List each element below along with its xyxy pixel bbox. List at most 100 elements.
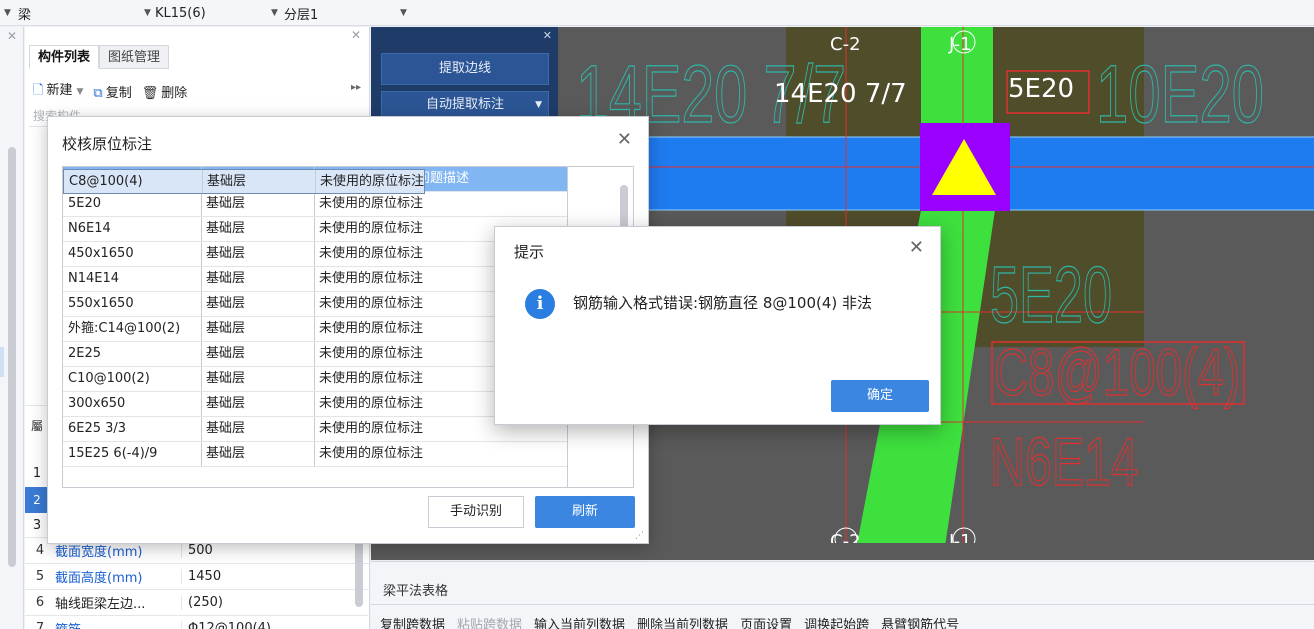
table-cell: 基础层 (202, 392, 315, 416)
table-cell: 6E25 3/3 (63, 417, 202, 441)
table-cell: 基础层 (202, 242, 315, 266)
chevron-down-icon: ▼ (400, 8, 407, 18)
attr-value[interactable]: 1450 (181, 569, 341, 584)
cantilever-code-button[interactable]: 悬臂钢筋代号 (881, 614, 959, 629)
copy-span-data-button[interactable]: 复制跨数据 (380, 614, 445, 629)
attr-key: 轴线距梁左边... (55, 597, 146, 612)
attr-no: 7 (35, 621, 45, 629)
attr-no: 6 (35, 595, 45, 610)
table-cell: 2E25 (63, 342, 202, 366)
cad-annotation-highlight: 14E20 7/7 (774, 79, 907, 109)
table-cell: N6E14 (63, 217, 202, 241)
table-cell: 未使用的原位标注 (320, 174, 425, 189)
axis-label: J-1 (948, 34, 972, 55)
table-row[interactable]: 450x1650 基础层 未使用的原位标注 (63, 242, 567, 267)
tab-component-list[interactable]: 构件列表 (29, 45, 100, 69)
table-row[interactable]: 6E25 3/3 基础层 未使用的原位标注 (63, 417, 567, 442)
input-column-data-button[interactable]: 输入当前列数据 (534, 614, 625, 629)
auto-extract-label: 自动提取标注 (425, 97, 504, 112)
table-row[interactable]: 外箍:C14@100(2) 基础层 未使用的原位标注 (63, 317, 567, 342)
category-select-value: 梁 (18, 7, 32, 23)
info-icon: i (525, 289, 555, 319)
close-icon[interactable]: ✕ (543, 29, 552, 42)
table-cell: 基础层 (202, 292, 315, 316)
row-number: 1 (32, 466, 42, 481)
left-scrollbar[interactable] (8, 147, 16, 567)
chevron-down-icon: ▼ (144, 8, 151, 18)
table-cell: 未使用的原位标注 (319, 446, 424, 461)
cad-annotation: 5E20 (990, 250, 1112, 339)
table-cell: C8@100(4) (64, 170, 203, 193)
table-row[interactable]: 15E25 6(-4)/9 基础层 未使用的原位标注 (63, 442, 567, 467)
table-cell: 基础层 (203, 170, 316, 193)
extract-panel: ✕ 提取边线 自动提取标注 ▼ (371, 27, 558, 117)
close-icon[interactable]: ✕ (617, 129, 632, 150)
extract-edge-button[interactable]: 提取边线 (381, 53, 549, 85)
selection-marker (0, 347, 4, 377)
resize-grip-icon[interactable]: ⋰ (635, 531, 644, 541)
divider (371, 604, 1314, 605)
attr-value[interactable]: (250) (181, 595, 341, 610)
attr-value[interactable]: Φ12@100(4) (181, 621, 341, 629)
new-button[interactable]: 🗋 新建 ▼ (33, 79, 83, 103)
attr-no: 5 (35, 569, 45, 584)
element-select[interactable]: KL15(6) ▼ (155, 2, 278, 24)
table-cell: N14E14 (63, 267, 202, 291)
tab-drawing-management[interactable]: 图纸管理 (99, 45, 170, 69)
chevron-down-icon: ▼ (4, 8, 11, 18)
table-row[interactable]: 5E20 基础层 未使用的原位标注 (63, 192, 567, 217)
top-toolbar: ▼ 梁 ▼ KL15(6) ▼ 分层1 ▼ (0, 0, 1314, 26)
table-row[interactable]: 300x650 基础层 未使用的原位标注 (63, 392, 567, 417)
toolbar-dropdown-arrow-left[interactable]: ▼ (4, 2, 11, 24)
table-row[interactable]: C10@100(2) 基础层 未使用的原位标注 (63, 367, 567, 392)
table-cell: 基础层 (202, 317, 315, 341)
table-cell: 基础层 (202, 417, 315, 441)
more-icon[interactable]: ▸▸ (351, 82, 361, 93)
dialog-title: 校核原位标注 (62, 135, 153, 153)
left-dock-strip: ✕ (0, 27, 24, 629)
element-select-value: KL15(6) (155, 5, 206, 21)
table-row[interactable]: 2E25 基础层 未使用的原位标注 (63, 342, 567, 367)
attribute-row[interactable]: 7 箍筋 Φ12@100(4) (25, 615, 370, 629)
new-button-label: 新建 (46, 83, 73, 98)
swap-start-span-button[interactable]: 调换起始跨 (804, 614, 869, 629)
copy-button[interactable]: ⧉ 复制 (93, 82, 131, 101)
table-cell: 450x1650 (63, 242, 202, 266)
table-body: 5E20 基础层 未使用的原位标注 C8@100(4) 基础层 未使用的原位标注 N6E14… (63, 169, 567, 467)
close-icon[interactable]: ✕ (351, 28, 361, 42)
attr-no: 4 (35, 543, 45, 558)
table-row[interactable]: C8@100(4) 基础层 未使用的原位标注 (63, 169, 426, 194)
chevron-down-icon: ▼ (76, 87, 84, 97)
attribute-row[interactable]: 6 轴线距梁左边... (250) (25, 589, 370, 615)
attribute-row[interactable]: 5 截面高度(mm) 1450 (25, 563, 370, 589)
cad-annotation: 10E20 (1096, 49, 1264, 140)
copy-icon: ⧉ (93, 85, 103, 101)
chevron-down-icon: ▼ (535, 100, 542, 110)
check-table: 名称 楼层 问题描述 5E20基础层未使用的原位标注C8@100(4)基础层未使… (62, 166, 568, 488)
layer-select[interactable]: 分层1 ▼ (284, 2, 407, 24)
delete-button[interactable]: 🗑 删除 (142, 82, 188, 101)
table-row[interactable]: N14E14 基础层 未使用的原位标注 (63, 267, 567, 292)
paste-span-data-button[interactable]: 粘贴跨数据 (457, 614, 522, 629)
ok-button[interactable]: 确定 (831, 380, 929, 412)
category-select[interactable]: 梁 ▼ (18, 2, 151, 24)
page-setup-button[interactable]: 页面设置 (740, 614, 792, 629)
prompt-message: 钢筋输入格式错误:钢筋直径 8@100(4) 非法 (573, 294, 873, 312)
manual-recognize-button[interactable]: 手动识别 (428, 496, 524, 528)
chevron-down-icon: ▼ (271, 8, 278, 18)
trash-icon: 🗑 (141, 85, 159, 101)
row-number-selected[interactable]: 2 (25, 487, 49, 513)
table-row[interactable]: 550x1650 基础层 未使用的原位标注 (63, 292, 567, 317)
refresh-button[interactable]: 刷新 (535, 496, 635, 528)
row-number: 3 (32, 518, 42, 533)
close-icon[interactable]: ✕ (7, 29, 17, 43)
cad-annotation-error: N6E14 (990, 424, 1138, 500)
table-cell: 550x1650 (63, 292, 202, 316)
delete-button-label: 删除 (161, 85, 188, 101)
auto-extract-button[interactable]: 自动提取标注 ▼ (381, 91, 549, 117)
attr-value[interactable]: 500 (181, 543, 341, 558)
table-cell: 外箍:C14@100(2) (63, 317, 202, 341)
close-icon[interactable]: ✕ (909, 237, 924, 258)
delete-column-data-button[interactable]: 删除当前列数据 (637, 614, 728, 629)
table-row[interactable]: N6E14 基础层 未使用的原位标注 (63, 217, 567, 242)
